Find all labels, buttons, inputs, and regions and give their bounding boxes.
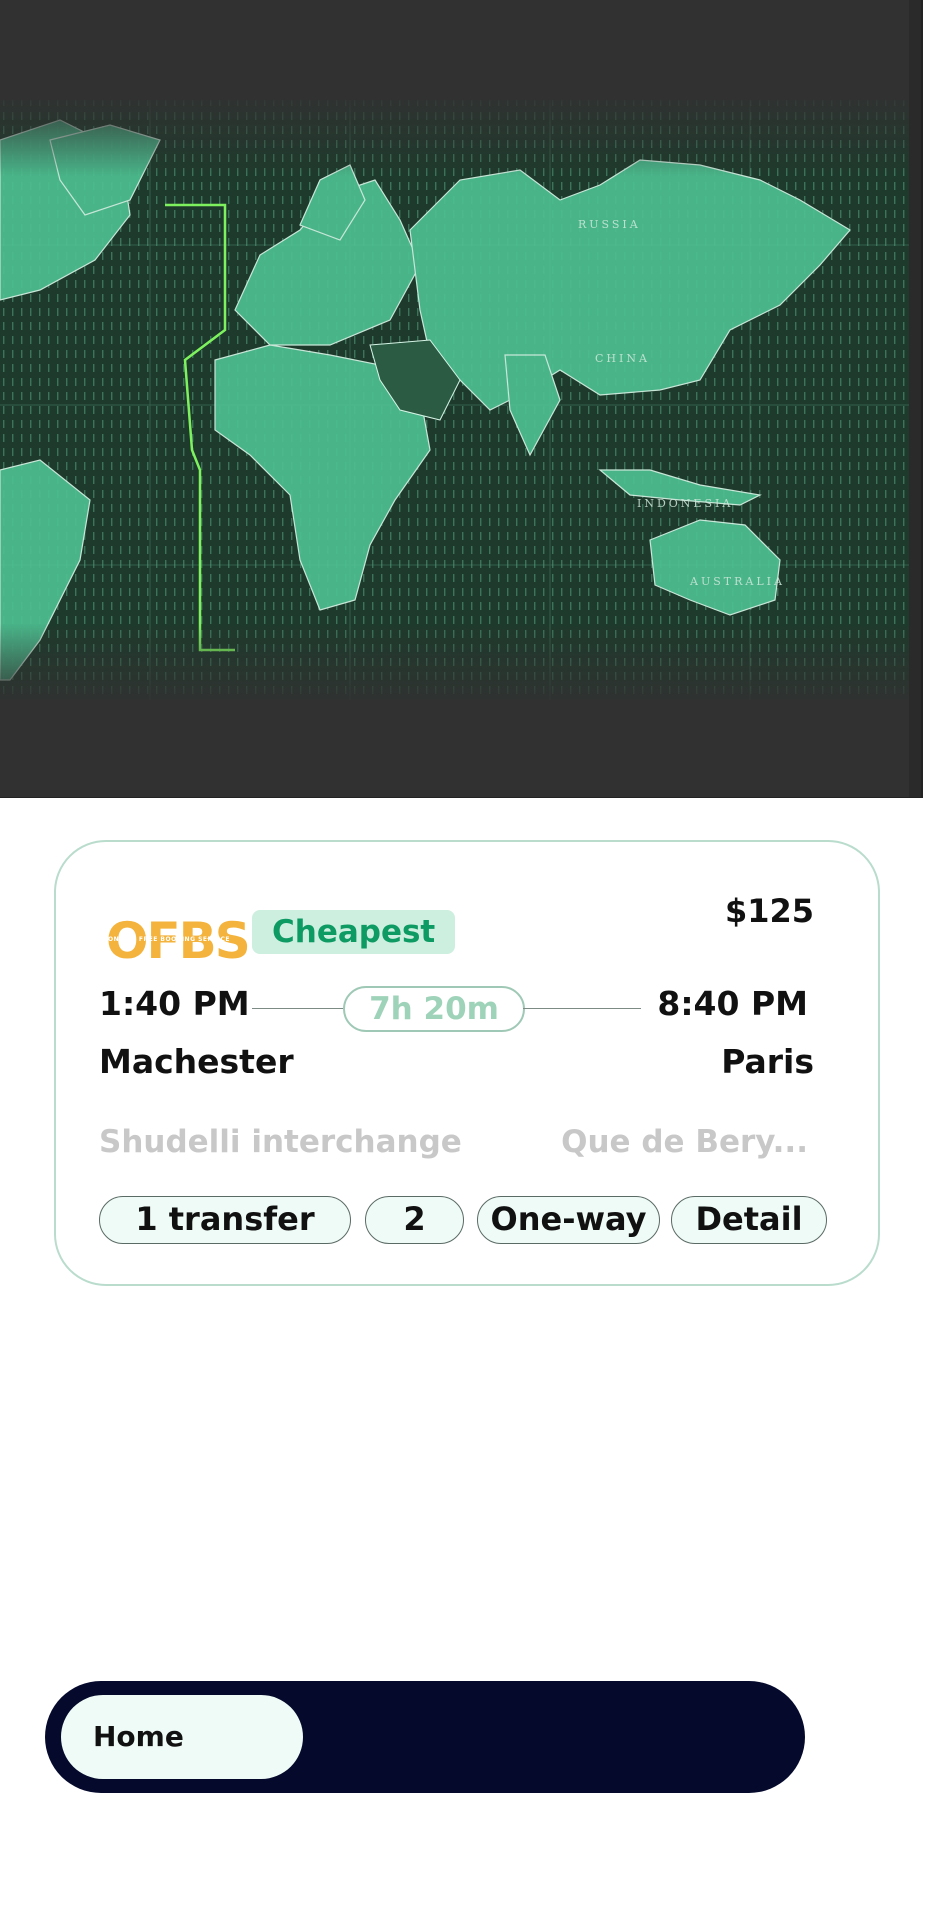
route-line-right [523,1008,641,1009]
nav-home-button[interactable]: Home [61,1695,303,1779]
flight-result-card[interactable]: OFBS ONLINE FREE BOOKING SERVICE Cheapes… [54,840,880,1286]
destination-station: Que de Bery... [561,1124,808,1160]
passenger-count-chip[interactable]: 2 [365,1196,464,1244]
map-label-china: CHINA [595,352,650,365]
map-edge-strip [909,0,921,797]
departure-time: 1:40 PM [99,984,250,1023]
origin-station: Shudelli interchange [99,1124,462,1160]
map-label-russia: RUSSIA [578,218,641,231]
transfers-chip[interactable]: 1 transfer [99,1196,351,1244]
bottom-navigation-bar: Home [45,1681,805,1793]
map-label-indonesia: INDONESIA [637,497,734,510]
nav-home-label: Home [93,1720,184,1753]
airline-logo: OFBS ONLINE FREE BOOKING SERVICE [106,912,251,970]
origin-city: Machester [99,1042,294,1081]
route-line-left [252,1008,347,1009]
trip-type-chip[interactable]: One-way [477,1196,660,1244]
flight-duration: 7h 20m [343,986,525,1032]
price-label: $125 [724,892,814,930]
arrival-time: 8:40 PM [657,984,808,1023]
cheapest-badge: Cheapest [252,910,456,954]
world-map-graphic [0,90,921,710]
map-label-australia: AUSTRALIA [690,575,785,588]
world-map-image: RUSSIA CHINA INDONESIA AUSTRALIA [0,0,923,798]
detail-button[interactable]: Detail [671,1196,827,1244]
destination-city: Paris [721,1042,814,1081]
